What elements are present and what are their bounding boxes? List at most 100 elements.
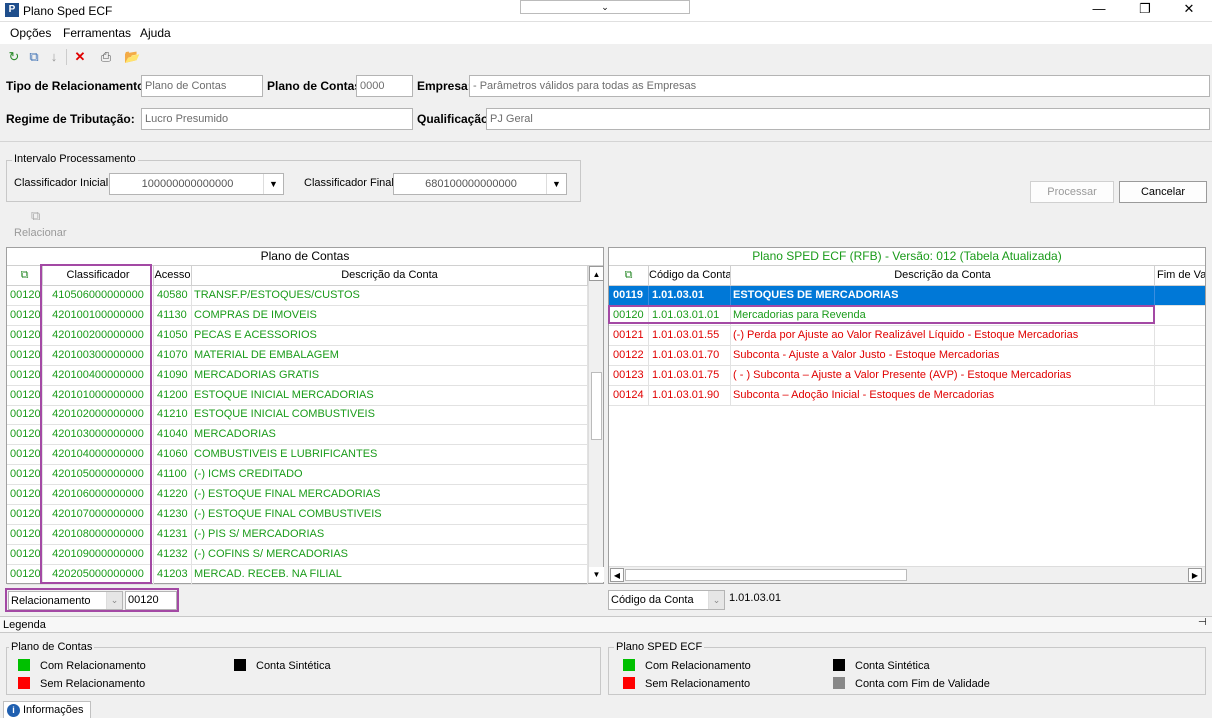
regime-tributacao-field[interactable]: Lucro Presumido [141,108,413,130]
cell-rel: 00120 [7,544,43,564]
cell-acesso: 41100 [154,465,192,485]
grid-settings-header[interactable]: ⧉ [7,266,43,286]
cell-desc: (-) Perda por Ajuste ao Valor Realizável… [731,325,1155,345]
legenda-plano-title: Plano de Contas [9,641,95,653]
col-acesso[interactable]: Acesso [154,266,192,286]
cell-fim-validade [1155,306,1205,325]
cell-id: 00121 [609,325,649,345]
relacionamento-filter-value[interactable]: 00120 [125,591,177,610]
cell-desc: (-) PIS S/ MERCADORIAS [192,524,588,544]
relacionamento-filter-combo[interactable]: Relacionamento ⌄ [8,591,123,610]
close-button[interactable]: ✕ [1166,0,1212,20]
cell-desc: MERCAD. RECEB. NA FILIAL [192,564,588,584]
classificador-inicial-combo[interactable]: 100000000000000 ▼ [109,173,284,195]
right-hscrollbar[interactable]: ◀ ▶ [609,566,1205,583]
window-title: Plano Sped ECF [23,4,113,18]
chevron-down-icon[interactable]: ⌄ [708,591,724,609]
cell-rel: 00120 [7,504,43,524]
cancelar-button[interactable]: Cancelar [1119,181,1207,203]
cell-acesso: 41050 [154,325,192,345]
scroll-left-arrow[interactable]: ◀ [610,568,624,582]
menu-ajuda[interactable]: Ajuda [140,26,171,40]
sped-ecf-grid-title: Plano SPED ECF (RFB) - Versão: 012 (Tabe… [609,248,1205,266]
relacionar-button[interactable]: Relacionar [14,227,67,239]
cell-rel: 00120 [7,305,43,325]
left-scrollbar[interactable]: ▲ ▼ [588,266,604,583]
table-row[interactable]: 00122 1.01.03.01.70 Subconta - Ajuste a Va… [609,345,1205,366]
cell-code: 1.01.03.01.75 [649,365,731,385]
classificador-final-combo[interactable]: 680100000000000 ▼ [393,173,567,195]
tipo-relacionamento-field[interactable]: Plano de Contas [141,75,263,97]
pin-icon[interactable]: ⊣ [1198,617,1207,628]
col-descricao-conta[interactable]: Descrição da Conta [731,266,1155,286]
cell-desc: MERCADORIAS [192,425,588,445]
cell-fim-validade [1155,366,1205,385]
processar-button[interactable]: Processar [1030,181,1114,203]
empresa-field[interactable]: - Parâmetros válidos para todas as Empre… [469,75,1210,97]
table-row[interactable]: 00121 1.01.03.01.55 (-) Perda por Ajuste a… [609,325,1205,346]
cell-code: 1.01.03.01 [649,286,731,305]
cell-rel: 00120 [7,325,43,345]
col-descricao[interactable]: Descrição da Conta [192,266,588,286]
cell-acesso: 41130 [154,305,192,325]
cell-id: 00119 [609,286,649,305]
sem-relacionamento-label: Sem Relacionamento [40,678,146,690]
table-row[interactable]: 00119 1.01.03.01 ESTOQUES DE MERCADORIAS [609,286,1205,306]
cell-desc: COMPRAS DE IMOVEIS [192,305,588,325]
scroll-up-arrow[interactable]: ▲ [589,266,604,281]
download-icon[interactable]: ↓ [46,49,62,65]
maximize-button[interactable]: ❐ [1122,0,1168,20]
refresh-icon[interactable]: ↻ [6,49,22,65]
scroll-thumb[interactable] [591,372,602,440]
menu-opcoes[interactable]: Opções [10,26,51,40]
empresa-label: Empresa: [417,79,472,93]
print-icon[interactable]: ⎙ [98,49,114,65]
qualificacao-field[interactable]: PJ Geral [486,108,1210,130]
cell-desc: (-) ESTOQUE FINAL COMBUSTIVEIS [192,504,588,524]
cell-desc: (-) COFINS S/ MERCADORIAS [192,544,588,564]
menu-ferramentas[interactable]: Ferramentas [63,26,131,40]
cell-acesso: 41210 [154,405,192,425]
table-row[interactable]: 00123 1.01.03.01.75( - ) Subconta – Ajust… [609,365,1205,386]
cell-rel: 00120 [7,465,43,485]
scroll-down-arrow[interactable]: ▼ [589,567,604,582]
scroll-right-arrow[interactable]: ▶ [1188,568,1202,582]
delete-icon[interactable]: ✕ [72,49,88,65]
cell-rel: 00120 [7,405,43,425]
com-relacionamento-label: Com Relacionamento [645,660,751,672]
cell-desc: (-) ICMS CREDITADO [192,465,588,485]
conta-sintetica-label: Conta Sintética [256,660,331,672]
chevron-down-icon[interactable]: ▼ [263,174,283,194]
chevron-down-icon[interactable]: ⌄ [106,592,122,609]
classificador-highlight [40,264,152,584]
title-dropdown[interactable]: ⌄ [520,0,690,14]
legenda-sped-title: Plano SPED ECF [614,641,705,653]
hscroll-thumb[interactable] [625,569,907,581]
cell-id: 00123 [609,365,649,385]
open-folder-icon[interactable]: 📂 [124,49,140,65]
cell-fim-validade [1155,326,1205,345]
cell-desc: (-) ESTOQUE FINAL MERCADORIAS [192,485,588,504]
conta-sintetica-label: Conta Sintética [855,660,930,672]
cell-acesso: 41090 [154,365,192,385]
com-relacionamento-label: Com Relacionamento [40,660,146,672]
codigo-conta-filter-combo[interactable]: Código da Conta ⌄ [608,590,725,610]
col-fim-validade[interactable]: Fim de Vali [1155,266,1205,286]
chevron-down-icon[interactable]: ▼ [546,174,566,194]
cell-rel: 00120 [7,365,43,385]
cell-acesso: 41060 [154,445,192,465]
col-codigo-conta[interactable]: Código da Conta [649,266,731,286]
minimize-button[interactable]: — [1076,0,1122,20]
plano-contas-field[interactable]: 0000 [356,75,413,97]
chevron-down-icon: ⌄ [601,2,609,12]
cell-rel: 00120 [7,445,43,465]
grid-settings-header[interactable]: ⧉ [609,266,649,286]
informacoes-tab[interactable]: i Informações [3,701,91,718]
tipo-relacionamento-label: Tipo de Relacionamento: [6,79,149,93]
copy-icon[interactable]: ⧉ [26,49,42,65]
title-bar: P Plano Sped ECF ⌄ — ❐ ✕ [0,0,1212,22]
cell-id: 00122 [609,345,649,365]
cell-rel: 00120 [7,524,43,544]
table-row[interactable]: 00124 1.01.03.01.90 Subconta – Adoção Inic… [609,385,1205,406]
codigo-conta-filter-value[interactable]: 1.01.03.01 [727,590,1206,610]
